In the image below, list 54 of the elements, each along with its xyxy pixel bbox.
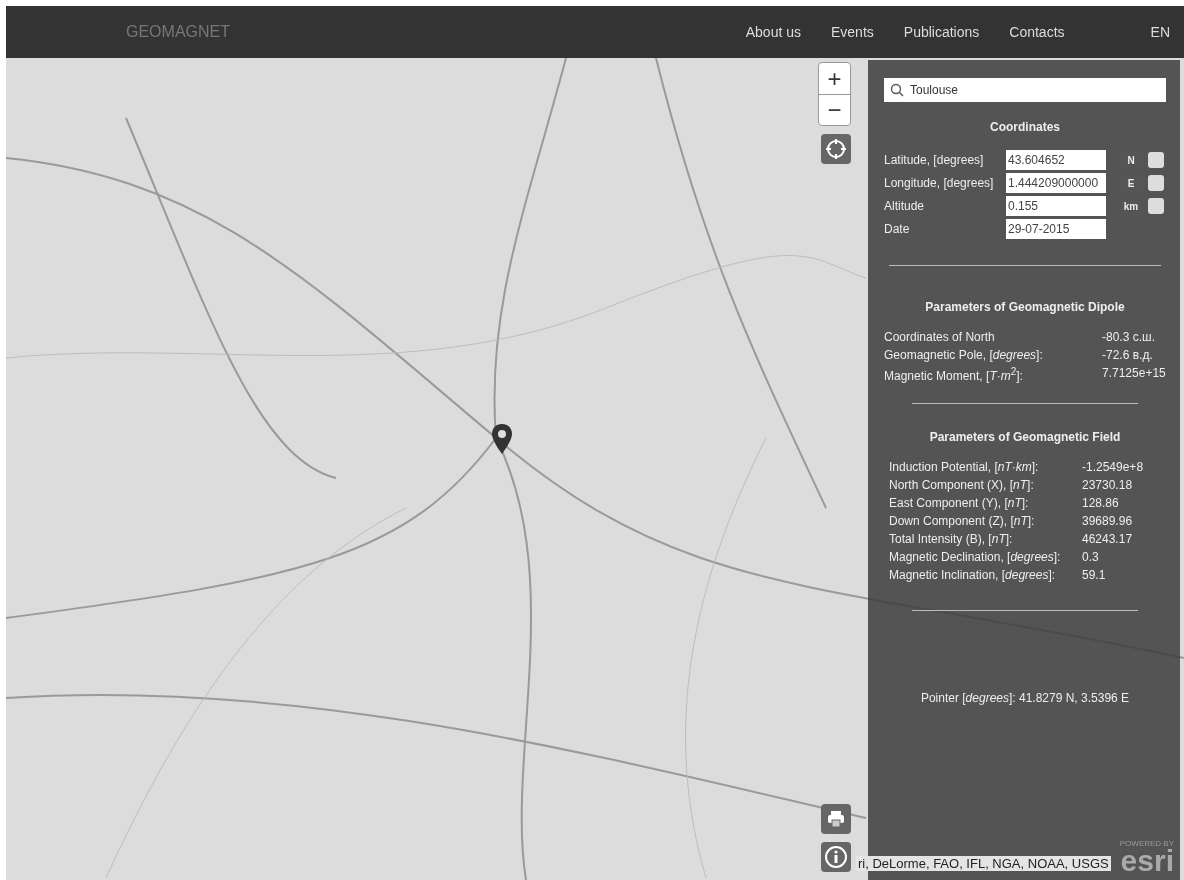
parameter-value: -80.3 с.ш. — [1102, 330, 1156, 344]
parameter-value: -1.2549e+8 — [1082, 460, 1145, 474]
parameter-label: Induction Potential, [nT·km]: — [889, 460, 1040, 474]
crosshair-icon — [825, 138, 847, 160]
nav-link[interactable]: Publications — [903, 24, 980, 40]
pointer-coordinates: Pointer [degrees]: 41.8279 N, 3.5396 E — [920, 691, 1130, 705]
coordinate-input[interactable]: 0.155 — [1006, 196, 1106, 216]
field-label: Longitude, [degrees] — [884, 176, 995, 190]
nav-link[interactable]: Contacts — [1009, 24, 1065, 40]
section-heading: Parameters of Geomagnetic Field — [928, 430, 1122, 444]
field-label: Latitude, [degrees] — [884, 153, 985, 167]
parameter-value: -72.6 в.д. — [1102, 348, 1154, 362]
parameter-value: 59.1 — [1082, 568, 1107, 582]
parameter-value: 23730.18 — [1082, 478, 1134, 492]
language-link[interactable]: EN — [1150, 24, 1170, 40]
checkbox[interactable] — [1148, 175, 1164, 191]
parameter-value: 39689.96 — [1082, 514, 1134, 528]
info-icon — [824, 845, 848, 869]
info-button[interactable] — [821, 842, 851, 872]
nav-link[interactable]: About us — [745, 24, 801, 40]
parameter-label: Total Intensity (B), [nT]: — [889, 532, 1014, 546]
section-heading: Parameters of Geomagnetic Dipole — [924, 300, 1126, 314]
parameter-label: Down Component (Z), [nT]: — [889, 514, 1036, 528]
search-icon — [890, 83, 904, 97]
parameter-label: Geomagnetic Pole, [degrees]: — [884, 348, 1044, 362]
search-input[interactable]: Toulouse — [910, 83, 1160, 97]
parameter-value: 128.86 — [1082, 496, 1120, 510]
checkbox[interactable] — [1148, 198, 1164, 214]
zoom-out-button[interactable]: − — [819, 94, 850, 125]
printer-icon — [826, 809, 846, 829]
parameter-label: Magnetic Inclination, [degrees]: — [889, 568, 1057, 582]
coordinate-input[interactable]: 29-07-2015 — [1006, 219, 1106, 239]
parameter-label: Magnetic Declination, [degrees]: — [889, 550, 1062, 564]
locate-button[interactable] — [821, 134, 851, 164]
parameter-label: North Component (X), [nT]: — [889, 478, 1035, 492]
zoom-in-button[interactable]: + — [819, 63, 850, 94]
parameter-value: 7.7125e+15 — [1102, 366, 1166, 382]
map-pin-icon[interactable] — [491, 423, 513, 455]
section-heading: Coordinates — [989, 120, 1061, 134]
nav-link[interactable]: Events — [831, 24, 874, 40]
field-label: Date — [884, 222, 911, 236]
field-label: Altitude — [884, 199, 926, 213]
parameter-label: Magnetic Moment, [T·m$^{2}$]: — [884, 366, 1024, 383]
parameter-value: 46243.17 — [1082, 532, 1134, 546]
coordinate-input[interactable]: 43.604652 — [1006, 150, 1106, 170]
search-field[interactable]: Toulouse — [884, 78, 1166, 102]
coordinate-input[interactable]: 1.444209000000 — [1006, 173, 1106, 193]
print-button[interactable] — [821, 804, 851, 834]
map-attribution: ri, DeLorme, FAO, IFL, NGA, NOAA, USGS — [856, 856, 1111, 871]
esri-logo: POWERED BY esri — [1119, 839, 1174, 874]
parameter-label: Coordinates of North — [884, 330, 996, 344]
parameter-value: 0.3 — [1082, 550, 1100, 564]
parameter-label: East Component (Y), [nT]: — [889, 496, 1030, 510]
checkbox[interactable] — [1148, 152, 1164, 168]
